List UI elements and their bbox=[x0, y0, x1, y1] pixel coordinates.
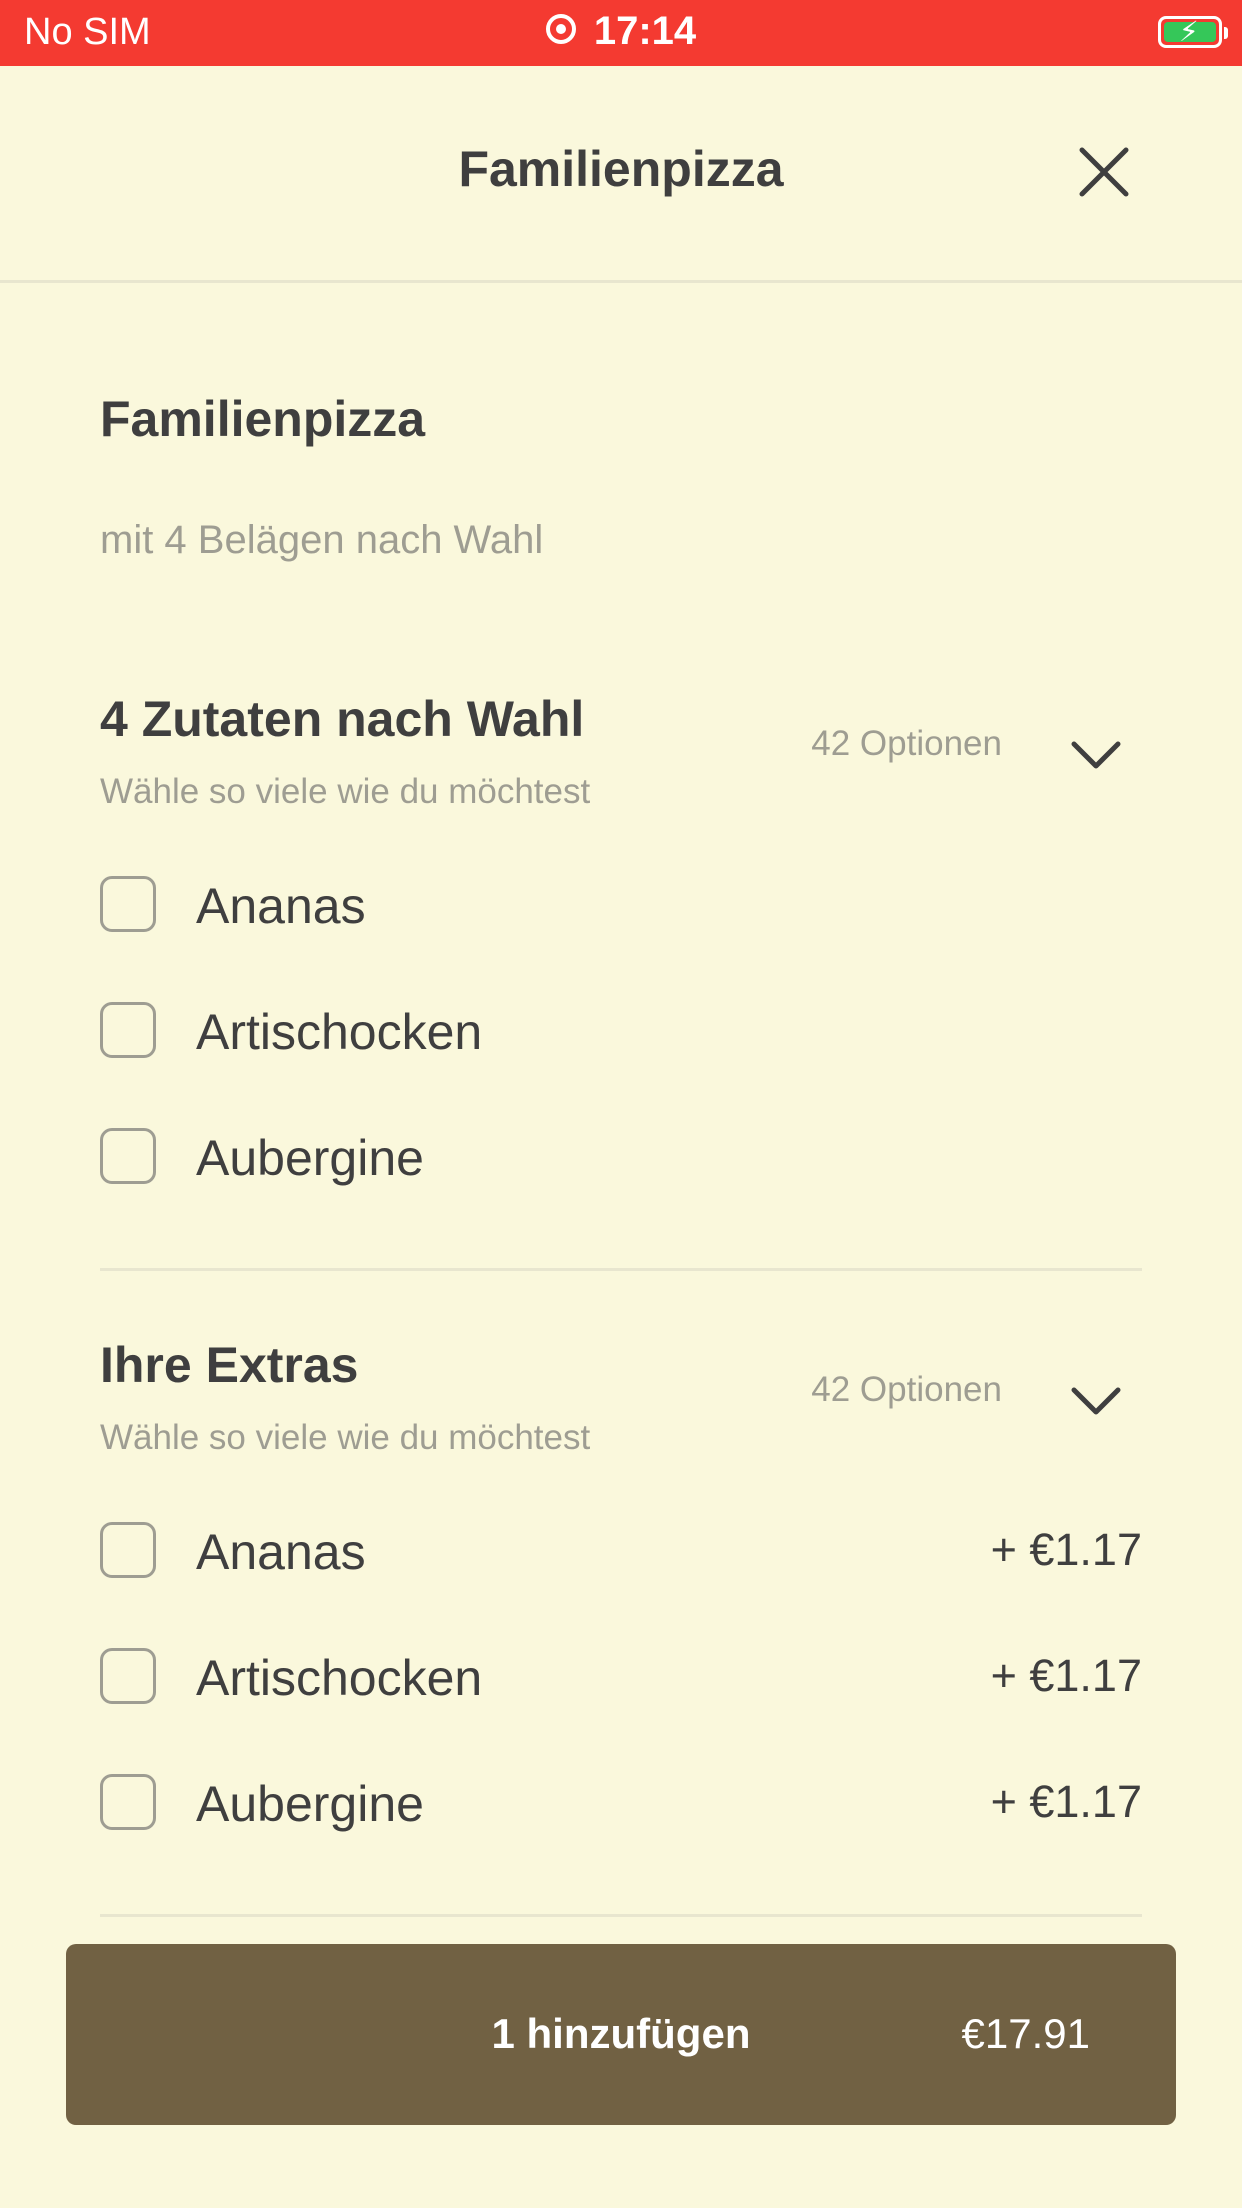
checkbox[interactable] bbox=[100, 1522, 156, 1578]
checkbox[interactable] bbox=[100, 1648, 156, 1704]
close-icon[interactable] bbox=[1076, 144, 1132, 200]
modal-header: Familienpizza bbox=[0, 66, 1242, 283]
charging-bolt-icon: ⚡ bbox=[1179, 16, 1199, 47]
group-hint: Wähle so viele wie du möchtest bbox=[100, 772, 591, 811]
option-item[interactable]: Ananas + €1.17 bbox=[100, 1506, 1142, 1596]
status-center: 17:14 bbox=[0, 9, 1242, 54]
add-button-price: €17.91 bbox=[961, 2010, 1090, 2057]
group-hint: Wähle so viele wie du möchtest bbox=[100, 1418, 591, 1457]
option-item[interactable]: Artischocken + €1.17 bbox=[100, 1632, 1142, 1722]
screen-recording-icon bbox=[545, 14, 576, 45]
chevron-down-icon[interactable] bbox=[1068, 736, 1124, 772]
chevron-down-icon[interactable] bbox=[1068, 1382, 1124, 1418]
option-label: Artischocken bbox=[196, 1004, 483, 1060]
option-label: Artischocken bbox=[196, 1650, 483, 1706]
option-label: Ananas bbox=[196, 878, 366, 934]
group-option-count: 42 Optionen bbox=[811, 724, 1002, 763]
option-price: + €1.17 bbox=[990, 1650, 1142, 1701]
add-to-cart-button[interactable]: 1 hinzufügen €17.91 bbox=[66, 1944, 1176, 2125]
product-description: mit 4 Belägen nach Wahl bbox=[100, 518, 544, 562]
group-option-count: 42 Optionen bbox=[811, 1370, 1002, 1409]
option-label: Aubergine bbox=[196, 1776, 424, 1832]
checkbox[interactable] bbox=[100, 1002, 156, 1058]
option-item[interactable]: Aubergine bbox=[100, 1112, 1142, 1202]
checkbox[interactable] bbox=[100, 1128, 156, 1184]
option-label: Aubergine bbox=[196, 1130, 424, 1186]
product-name: Familienpizza bbox=[100, 391, 426, 447]
checkbox[interactable] bbox=[100, 1774, 156, 1830]
checkbox[interactable] bbox=[100, 876, 156, 932]
battery-charging-icon: ⚡ bbox=[1158, 16, 1228, 48]
section-divider bbox=[100, 1268, 1142, 1271]
option-price: + €1.17 bbox=[990, 1524, 1142, 1575]
option-item[interactable]: Artischocken bbox=[100, 986, 1142, 1076]
section-divider bbox=[100, 1914, 1142, 1917]
option-item[interactable]: Aubergine + €1.17 bbox=[100, 1758, 1142, 1848]
status-time: 17:14 bbox=[593, 9, 697, 53]
option-item[interactable]: Ananas bbox=[100, 860, 1142, 950]
header-title: Familienpizza bbox=[458, 141, 784, 197]
group-title: Ihre Extras bbox=[100, 1337, 359, 1393]
option-label: Ananas bbox=[196, 1524, 366, 1580]
group-title: 4 Zutaten nach Wahl bbox=[100, 691, 585, 747]
option-price: + €1.17 bbox=[990, 1776, 1142, 1827]
status-bar: No SIM 17:14 ⚡ bbox=[0, 0, 1242, 66]
